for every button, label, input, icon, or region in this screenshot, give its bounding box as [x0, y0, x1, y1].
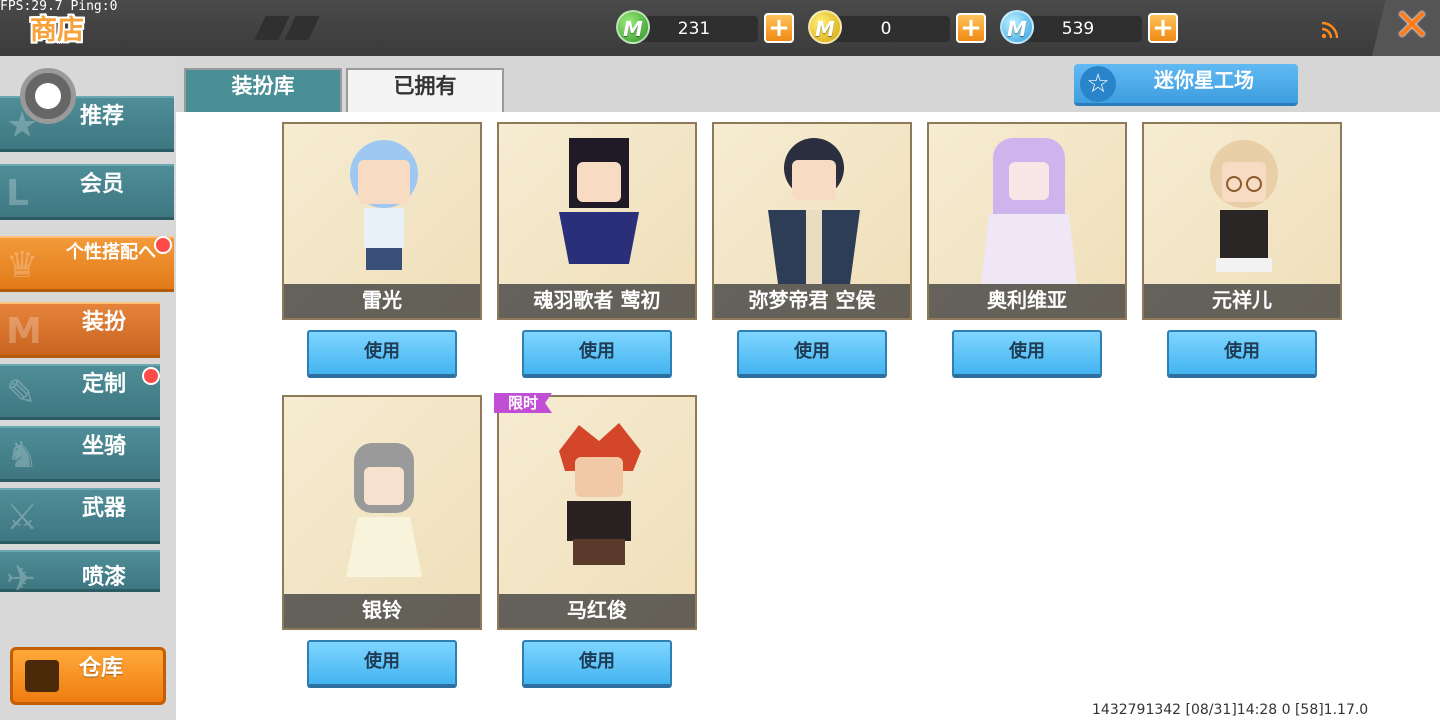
sidebar-item-weapon[interactable]: ⚔ 武器 [0, 488, 160, 544]
character-avatar [1210, 140, 1278, 272]
decor-stripe [254, 16, 290, 40]
item-name: 元祥儿 [1212, 288, 1272, 312]
character-avatar [981, 138, 1077, 284]
pencil-icon: ✎ [6, 373, 37, 414]
spray-can-icon: ✈ [6, 559, 37, 600]
character-avatar [346, 443, 422, 577]
sidebar-item-spray[interactable]: ✈ 喷漆 [0, 550, 160, 600]
item-name: 弥梦帝君 空侯 [748, 288, 876, 312]
tab-costume-library[interactable]: 装扮库 [184, 68, 342, 112]
item-name: 魂羽歌者 莺初 [533, 288, 661, 312]
item-name: 奥利维亚 [987, 288, 1067, 312]
character-avatar [768, 138, 860, 284]
character-avatar [559, 138, 639, 264]
notification-badge [154, 236, 172, 254]
use-button[interactable]: 使用 [522, 330, 672, 378]
currency-value: 231 [677, 19, 711, 39]
item-name: 雷光 [362, 288, 402, 312]
use-button[interactable]: 使用 [522, 640, 672, 688]
add-green-bean-button[interactable]: + [764, 13, 794, 43]
sidebar-item-costume[interactable]: M 装扮 [0, 302, 160, 358]
page-title: 商店 [30, 15, 84, 46]
currency-value: 0 [880, 19, 892, 39]
trophy-icon: ♛ [6, 245, 39, 286]
item-card[interactable]: 元祥儿 [1142, 122, 1342, 320]
item-card[interactable]: 马红俊 [497, 395, 697, 630]
item-card[interactable]: 奥利维亚 [927, 122, 1127, 320]
sidebar-item-custom[interactable]: ✎ 定制 [0, 364, 160, 420]
sidebar-item-outfit-mix[interactable]: ♛ 个性搭配へ [0, 236, 174, 292]
warehouse-button[interactable]: 仓库 [10, 647, 166, 705]
mini-workshop-button[interactable]: ☆ 迷你星工场 [1074, 64, 1298, 106]
item-card[interactable]: 雷光 [282, 122, 482, 320]
chest-icon [25, 660, 59, 692]
limited-time-tag: 限时 [494, 393, 552, 413]
record-button[interactable] [20, 68, 76, 124]
tab-owned[interactable]: 已拥有 [346, 68, 504, 112]
character-avatar [350, 140, 418, 270]
use-button[interactable]: 使用 [307, 640, 457, 688]
item-card[interactable]: 弥梦帝君 空侯 [712, 122, 912, 320]
item-card[interactable]: 银铃 [282, 395, 482, 630]
item-name: 马红俊 [567, 598, 627, 622]
item-name: 银铃 [362, 598, 402, 622]
use-button[interactable]: 使用 [737, 330, 887, 378]
currency-value: 539 [1061, 19, 1095, 39]
signal-icon [1321, 21, 1339, 39]
add-mini-coin-button[interactable]: + [956, 13, 986, 43]
item-card[interactable]: 魂羽歌者 莺初 [497, 122, 697, 320]
mount-icon: ♞ [6, 435, 39, 476]
use-button[interactable]: 使用 [952, 330, 1102, 378]
character-avatar [559, 423, 641, 565]
sidebar-item-mount[interactable]: ♞ 坐骑 [0, 426, 160, 482]
sidebar-item-member[interactable]: L 会员 [0, 164, 174, 220]
close-icon[interactable]: ✕ [1392, 2, 1432, 50]
add-mini-bean-button[interactable]: + [1148, 13, 1178, 43]
notification-badge [142, 367, 160, 385]
use-button[interactable]: 使用 [307, 330, 457, 378]
member-icon: L [6, 173, 29, 214]
decor-stripe [284, 16, 320, 40]
version-info: 1432791342 [08/31]14:28 0 [58]1.17.0 [1092, 702, 1369, 718]
gun-icon: ⚔ [6, 497, 39, 538]
star-icon: ☆ [1080, 66, 1116, 102]
shirt-icon: M [6, 311, 42, 352]
use-button[interactable]: 使用 [1167, 330, 1317, 378]
